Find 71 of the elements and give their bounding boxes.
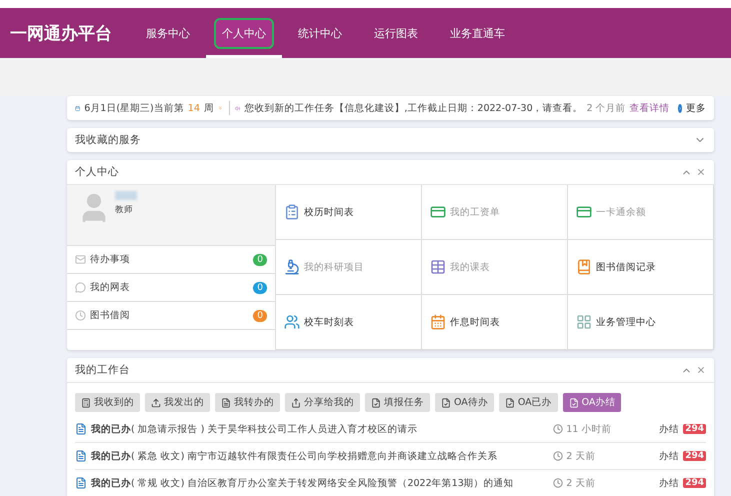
mail-icon [75, 254, 86, 265]
document-icon [75, 477, 87, 489]
count-badge: 294 [683, 478, 706, 488]
workbench-tab[interactable]: 分享给我的 [285, 393, 360, 412]
nav-tab[interactable]: 统计中心 [282, 8, 358, 58]
nav-tab[interactable]: 业务直通车 [434, 8, 521, 58]
counter-item[interactable]: 我的网表 0 [67, 273, 275, 301]
notice-message: 您收到新的工作任务【信息化建设】,工作截止日期：2022-07-30，请查看。 [244, 102, 583, 114]
panel-title: 我的工作台 [75, 363, 130, 377]
clock-icon [75, 310, 86, 321]
count-badge: 294 [683, 451, 706, 461]
shortcut-item[interactable]: 业务管理中心 [568, 295, 714, 350]
workbench-tab[interactable]: 我发出的 [145, 393, 210, 412]
task-time: 2 天前 [566, 476, 596, 490]
close-icon[interactable] [696, 166, 706, 176]
chat-icon [75, 282, 86, 293]
logo-text: 一网通办平台 [10, 22, 112, 46]
document-icon [371, 398, 381, 408]
clock-icon [553, 478, 564, 488]
panel-title: 我收藏的服务 [75, 133, 141, 147]
counter-item[interactable]: 图书借阅 0 [67, 301, 275, 329]
nav-tab[interactable]: 运行图表 [358, 8, 434, 58]
workbench-tab[interactable]: OA待办 [435, 393, 494, 412]
task-title[interactable]: 我的已办( 加急请示报告 ) 关于昊华科技公司工作人员进入育才校区的请示 [91, 422, 550, 436]
counter-item[interactable]: 待办事项 0 [67, 245, 275, 273]
document-icon [75, 450, 87, 462]
document-icon [75, 423, 87, 435]
close-icon[interactable] [696, 364, 706, 374]
week-number: 14 [188, 102, 200, 114]
shortcut-item[interactable]: 图书借阅记录 [568, 240, 714, 295]
counter-label: 我的网表 [90, 281, 130, 294]
redacted-name [115, 191, 137, 200]
document-icon [568, 398, 579, 408]
date-text: 6月1日(星期三)当前第 [84, 102, 184, 114]
notice-time: 2 个月前 [586, 102, 626, 114]
task-title[interactable]: 我的已办( 常规 收文) 自治区教育厅办公室关于转发网络安全风险预警（2022年第13期）的通知 [91, 476, 550, 490]
document-icon [504, 398, 515, 408]
shortcut-item[interactable]: 校车时刻表 [276, 295, 422, 350]
counter-label: 图书借阅 [90, 309, 130, 322]
document-icon [221, 398, 231, 408]
task-status: 办结 [658, 476, 680, 490]
nav-tab[interactable]: 服务中心 [130, 8, 206, 58]
share-icon [291, 398, 301, 408]
workbench-tab[interactable]: OA办结 [562, 393, 622, 412]
count-badge: 0 [253, 282, 267, 294]
clock-icon [553, 451, 564, 461]
document-icon [441, 398, 451, 408]
clock-icon [553, 424, 564, 434]
role-text: 教师 [115, 204, 134, 216]
task-title[interactable]: 我的已办( 紧急 收文) 南宁市迈越软件有限责任公司向学校捐赠意向并商谈建立战略合作关系 [91, 450, 550, 462]
count-badge: 294 [683, 424, 706, 434]
workbench-tab[interactable]: 填报任务 [365, 393, 430, 412]
calculator-icon [81, 398, 91, 408]
shortcut-item[interactable]: 校历时间表 [276, 185, 422, 240]
panel-title: 个人中心 [75, 165, 119, 179]
shortcut-item[interactable]: 作息时间表 [422, 295, 568, 350]
more-icon[interactable] [678, 104, 682, 112]
task-time: 2 天前 [566, 450, 596, 462]
task-time: 11 小时前 [566, 422, 612, 436]
workbench-tab[interactable]: 我收到的 [75, 393, 140, 412]
upload-icon [151, 398, 161, 408]
task-status: 办结 [658, 450, 680, 462]
counter-label: 待办事项 [90, 253, 130, 266]
count-badge: 0 [253, 254, 267, 266]
more-link[interactable]: 更多 [686, 102, 706, 114]
task-status: 办结 [658, 422, 680, 436]
workbench-tab[interactable]: OA已办 [498, 393, 558, 412]
count-badge: 0 [253, 310, 267, 322]
week-unit: 周 [204, 102, 214, 114]
details-link[interactable]: 查看详情 [630, 102, 670, 114]
workbench-tab[interactable]: 我转办的 [215, 393, 280, 412]
